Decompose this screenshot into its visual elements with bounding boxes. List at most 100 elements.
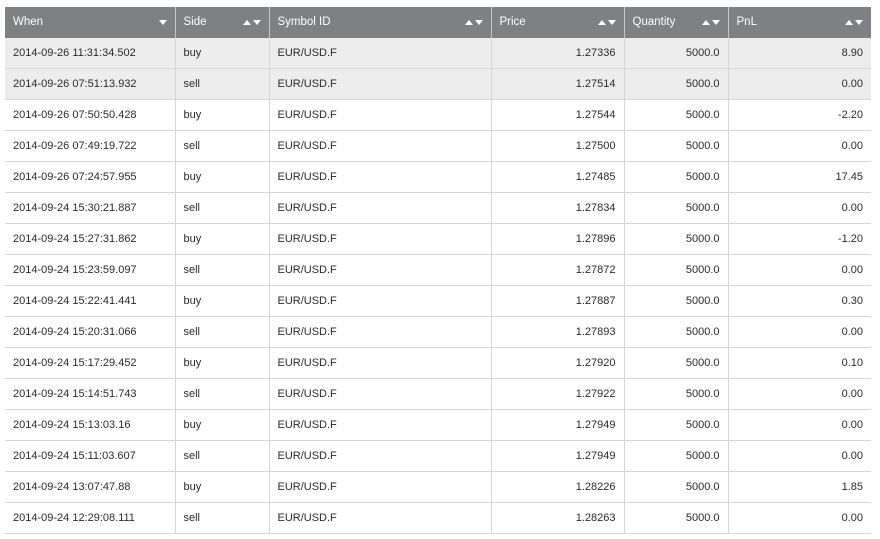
cell-pnl: -1.20 <box>728 223 871 255</box>
cell-pnl: 0.00 <box>728 254 871 286</box>
cell-price: 1.27887 <box>491 285 625 317</box>
cell-side: buy <box>175 347 270 379</box>
trades-table: When Side Symbol ID Price Quantity PnL 2… <box>5 7 871 534</box>
cell-quantity: 5000.0 <box>624 38 729 69</box>
cell-symbol: EUR/USD.F <box>269 38 492 69</box>
cell-pnl: 0.10 <box>728 347 871 379</box>
cell-quantity: 5000.0 <box>624 378 729 410</box>
column-header-symbol[interactable]: Symbol ID <box>269 7 492 38</box>
cell-when: 2014-09-24 12:29:08.111 <box>5 502 176 534</box>
table-row[interactable]: 2014-09-24 15:27:31.862 buy EUR/USD.F 1.278… <box>5 223 871 255</box>
cell-price: 1.27500 <box>491 130 625 162</box>
sort-toggle-icon[interactable] <box>701 20 720 26</box>
cell-side: sell <box>175 316 270 348</box>
cell-pnl: 0.00 <box>728 316 871 348</box>
table-header: When Side Symbol ID Price Quantity PnL <box>5 7 871 38</box>
cell-quantity: 5000.0 <box>624 68 729 100</box>
cell-price: 1.27872 <box>491 254 625 286</box>
cell-quantity: 5000.0 <box>624 285 729 317</box>
cell-side: sell <box>175 378 270 410</box>
table-row[interactable]: 2014-09-24 15:30:21.887 sell EUR/USD.F 1.27… <box>5 192 871 224</box>
cell-quantity: 5000.0 <box>624 440 729 472</box>
table-row[interactable]: 2014-09-26 07:24:57.955 buy EUR/USD.F 1.274… <box>5 161 871 193</box>
sort-toggle-icon[interactable] <box>242 20 261 26</box>
cell-pnl: 0.00 <box>728 68 871 100</box>
table-row[interactable]: 2014-09-24 15:17:29.452 buy EUR/USD.F 1.279… <box>5 347 871 379</box>
cell-side: buy <box>175 223 270 255</box>
cell-pnl: 0.00 <box>728 440 871 472</box>
table-row[interactable]: 2014-09-24 12:29:08.111 sell EUR/USD.F 1.28… <box>5 502 871 534</box>
table-body: 2014-09-26 11:31:34.502 buy EUR/USD.F 1.273… <box>5 38 871 534</box>
cell-price: 1.28226 <box>491 471 625 503</box>
column-label-quantity: Quantity <box>632 16 676 29</box>
table-row[interactable]: 2014-09-24 15:14:51.743 sell EUR/USD.F 1.27… <box>5 378 871 410</box>
column-label-side: Side <box>183 16 207 29</box>
column-header-price[interactable]: Price <box>491 7 625 38</box>
cell-pnl: 0.30 <box>728 285 871 317</box>
cell-symbol: EUR/USD.F <box>269 502 492 534</box>
cell-pnl: 17.45 <box>728 161 871 193</box>
table-row[interactable]: 2014-09-26 07:50:50.428 buy EUR/USD.F 1.275… <box>5 99 871 131</box>
cell-side: buy <box>175 38 270 69</box>
cell-symbol: EUR/USD.F <box>269 130 492 162</box>
cell-pnl: 0.00 <box>728 130 871 162</box>
sort-toggle-icon[interactable] <box>464 20 483 26</box>
cell-quantity: 5000.0 <box>624 192 729 224</box>
cell-when: 2014-09-26 07:24:57.955 <box>5 161 176 193</box>
cell-quantity: 5000.0 <box>624 99 729 131</box>
table-row[interactable]: 2014-09-24 15:22:41.441 buy EUR/USD.F 1.278… <box>5 285 871 317</box>
sort-toggle-icon[interactable] <box>845 20 863 26</box>
cell-quantity: 5000.0 <box>624 254 729 286</box>
cell-quantity: 5000.0 <box>624 502 729 534</box>
cell-price: 1.27514 <box>491 68 625 100</box>
cell-price: 1.27485 <box>491 161 625 193</box>
column-label-when: When <box>13 16 44 29</box>
cell-pnl: 1.85 <box>728 471 871 503</box>
cell-symbol: EUR/USD.F <box>269 223 492 255</box>
column-header-when[interactable]: When <box>5 7 176 38</box>
cell-when: 2014-09-24 15:23:59.097 <box>5 254 176 286</box>
cell-quantity: 5000.0 <box>624 316 729 348</box>
table-row[interactable]: 2014-09-24 15:13:03.16 buy EUR/USD.F 1.2794… <box>5 409 871 441</box>
table-row[interactable]: 2014-09-26 07:49:19.722 sell EUR/USD.F 1.27… <box>5 130 871 162</box>
cell-when: 2014-09-24 15:20:31.066 <box>5 316 176 348</box>
cell-symbol: EUR/USD.F <box>269 68 492 100</box>
cell-pnl: 0.00 <box>728 378 871 410</box>
table-row[interactable]: 2014-09-24 13:07:47.88 buy EUR/USD.F 1.2822… <box>5 471 871 503</box>
cell-side: sell <box>175 130 270 162</box>
table-row[interactable]: 2014-09-26 11:31:34.502 buy EUR/USD.F 1.273… <box>5 38 871 69</box>
table-row[interactable]: 2014-09-24 15:11:03.607 sell EUR/USD.F 1.27… <box>5 440 871 472</box>
column-label-price: Price <box>499 16 526 29</box>
table-row[interactable]: 2014-09-26 07:51:13.932 sell EUR/USD.F 1.27… <box>5 68 871 100</box>
cell-side: buy <box>175 471 270 503</box>
cell-price: 1.27949 <box>491 440 625 472</box>
cell-symbol: EUR/USD.F <box>269 161 492 193</box>
sort-toggle-icon[interactable] <box>597 20 616 26</box>
cell-symbol: EUR/USD.F <box>269 285 492 317</box>
cell-when: 2014-09-26 11:31:34.502 <box>5 38 176 69</box>
cell-price: 1.27920 <box>491 347 625 379</box>
cell-side: buy <box>175 99 270 131</box>
cell-symbol: EUR/USD.F <box>269 347 492 379</box>
cell-price: 1.27544 <box>491 99 625 131</box>
column-header-side[interactable]: Side <box>175 7 270 38</box>
cell-price: 1.27896 <box>491 223 625 255</box>
cell-symbol: EUR/USD.F <box>269 378 492 410</box>
table-row[interactable]: 2014-09-24 15:23:59.097 sell EUR/USD.F 1.27… <box>5 254 871 286</box>
table-row[interactable]: 2014-09-24 15:20:31.066 sell EUR/USD.F 1.27… <box>5 316 871 348</box>
cell-when: 2014-09-24 15:11:03.607 <box>5 440 176 472</box>
column-header-pnl[interactable]: PnL <box>728 7 871 38</box>
cell-side: sell <box>175 254 270 286</box>
column-label-symbol: Symbol ID <box>277 16 331 29</box>
cell-price: 1.27336 <box>491 38 625 69</box>
cell-when: 2014-09-24 15:13:03.16 <box>5 409 176 441</box>
cell-when: 2014-09-24 13:07:47.88 <box>5 471 176 503</box>
cell-side: sell <box>175 502 270 534</box>
cell-pnl: 0.00 <box>728 409 871 441</box>
sort-descending-icon[interactable] <box>158 20 167 26</box>
cell-side: sell <box>175 192 270 224</box>
cell-when: 2014-09-24 15:14:51.743 <box>5 378 176 410</box>
cell-side: sell <box>175 440 270 472</box>
column-header-quantity[interactable]: Quantity <box>624 7 729 38</box>
cell-when: 2014-09-24 15:27:31.862 <box>5 223 176 255</box>
